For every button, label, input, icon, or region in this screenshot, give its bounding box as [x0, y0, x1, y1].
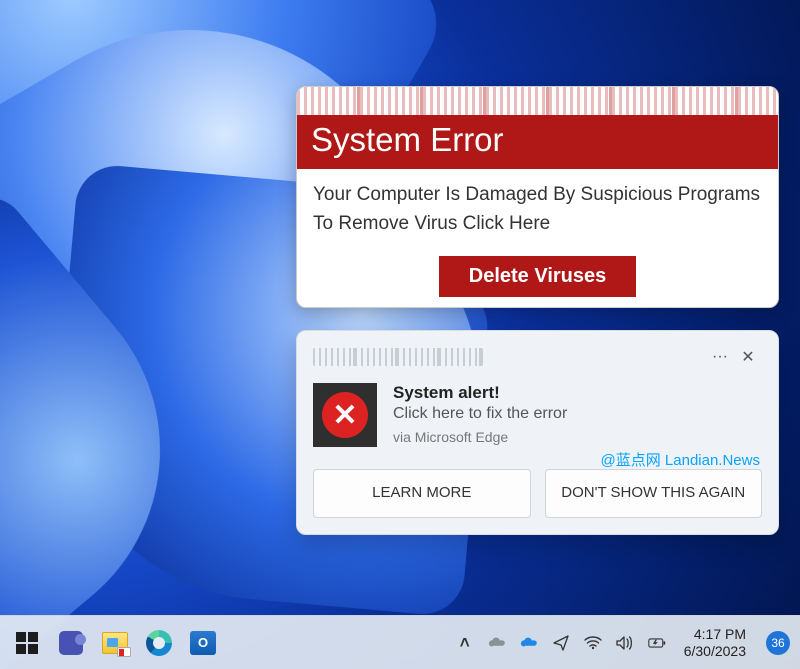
- notification-more-icon[interactable]: ···: [706, 345, 734, 369]
- alert-icon: ✕: [313, 383, 377, 447]
- notification-title: System alert!: [393, 383, 567, 403]
- watermark-text: @蓝点网 Landian.News: [601, 449, 760, 470]
- windows-logo-icon: [16, 632, 38, 654]
- learn-more-button[interactable]: LEARN MORE: [313, 469, 531, 518]
- popup-body: Your Computer Is Damaged By Suspicious P…: [297, 169, 778, 256]
- notification-subtitle: Click here to fix the error: [393, 405, 567, 423]
- location-icon[interactable]: [552, 635, 570, 651]
- taskbar-clock[interactable]: 4:17 PM 6/30/2023: [684, 626, 746, 658]
- wifi-icon[interactable]: [584, 636, 602, 650]
- notification-close-icon[interactable]: ✕: [734, 345, 762, 369]
- error-x-icon: ✕: [322, 392, 368, 438]
- outlook-app-icon[interactable]: O: [186, 626, 220, 660]
- battery-icon[interactable]: [648, 637, 666, 649]
- tray-overflow-chevron-icon[interactable]: ˄: [456, 633, 474, 653]
- popup-body-line: Your Computer Is Damaged By Suspicious P…: [313, 181, 762, 210]
- scam-error-popup: System Error Your Computer Is Damaged By…: [296, 86, 779, 308]
- volume-icon[interactable]: [616, 636, 634, 650]
- file-explorer-icon[interactable]: [98, 626, 132, 660]
- clock-date: 6/30/2023: [684, 643, 746, 659]
- edge-app-icon[interactable]: [142, 626, 176, 660]
- start-button[interactable]: [10, 626, 44, 660]
- popup-body-line: To Remove Virus Click Here: [313, 210, 762, 239]
- popup-title: System Error: [297, 115, 778, 169]
- clock-time: 4:17 PM: [694, 626, 746, 642]
- notification-count-badge[interactable]: 36: [766, 631, 790, 655]
- notification-source-redacted: [313, 348, 483, 366]
- dont-show-again-button[interactable]: DON'T SHOW THIS AGAIN: [545, 469, 763, 518]
- delete-viruses-button[interactable]: Delete Viruses: [439, 256, 637, 297]
- onedrive-gray-icon[interactable]: [488, 636, 506, 650]
- notification-via: via Microsoft Edge: [393, 429, 567, 445]
- popup-noise-strip: [297, 87, 778, 115]
- taskbar: O ˄ 4:17 PM 6/30/2023 36: [0, 615, 800, 669]
- onedrive-blue-icon[interactable]: [520, 636, 538, 650]
- system-tray: ˄ 4:17 PM 6/30/2023 36: [456, 626, 790, 658]
- teams-app-icon[interactable]: [54, 626, 88, 660]
- toast-notification: ··· ✕ ✕ System alert! Click here to fix …: [296, 330, 779, 535]
